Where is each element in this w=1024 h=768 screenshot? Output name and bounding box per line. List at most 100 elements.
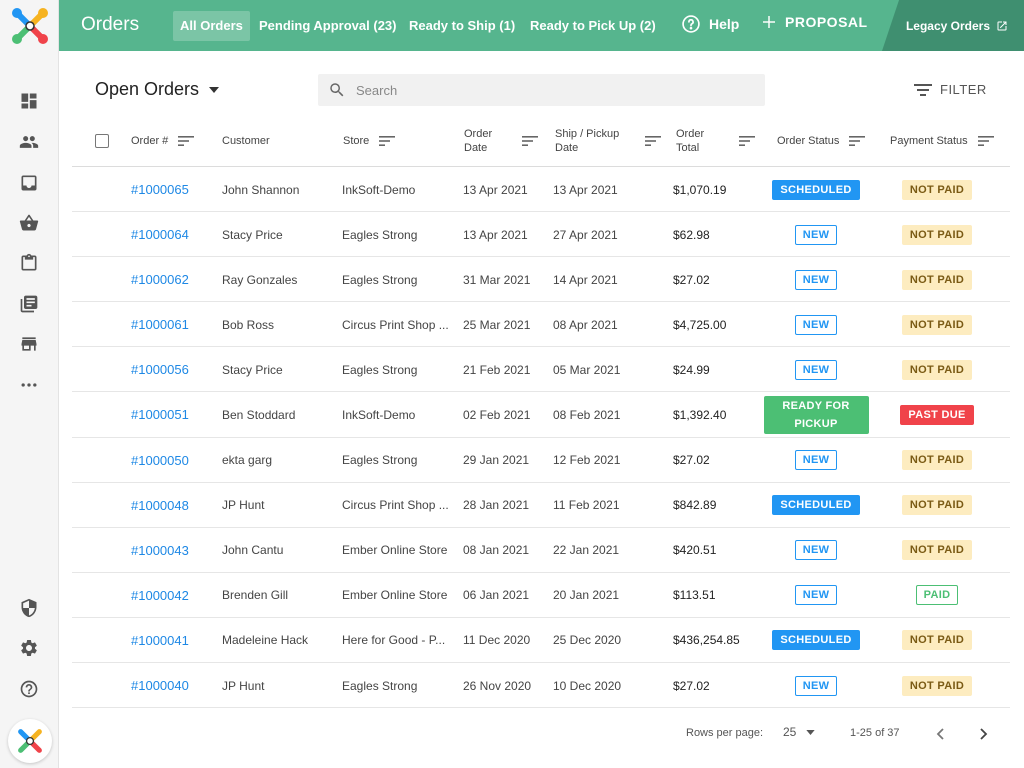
column-order-date[interactable]: Order Date [464, 115, 538, 167]
help-circle-icon[interactable] [18, 678, 40, 700]
legacy-orders-label: Legacy Orders [905, 18, 990, 33]
dashboard-icon[interactable] [18, 90, 40, 112]
column-payment-status[interactable]: Payment Status [890, 115, 994, 167]
filter-button[interactable]: FILTER [914, 82, 987, 97]
next-page-button[interactable] [974, 724, 994, 744]
customer-cell: Bob Ross [222, 317, 275, 332]
search-bar [318, 74, 765, 106]
table-row[interactable]: #1000041 Madeleine Hack Here for Good - P.… [72, 618, 1010, 664]
account-avatar[interactable] [8, 719, 52, 763]
store-cell: Here for Good - P... [342, 633, 446, 648]
table-row[interactable]: #1000056 Stacy Price Eagles Strong 21 Feb 2… [72, 347, 1010, 393]
more-icon[interactable] [18, 374, 40, 396]
order-total-cell: $842.89 [673, 498, 717, 513]
order-number-link[interactable]: #1000042 [131, 573, 216, 618]
table-row[interactable]: #1000061 Bob Ross Circus Print Shop ... 25 … [72, 302, 1010, 348]
inbox-icon[interactable] [18, 172, 40, 194]
order-number-link[interactable]: #1000050 [131, 438, 216, 483]
rows-per-page-label: Rows per page: [686, 727, 764, 739]
column-ship-pickup-date-label: Ship / Pickup Date [555, 128, 620, 154]
order-status-cell: NEW [762, 212, 870, 257]
table-row[interactable]: #1000048 JP Hunt Circus Print Shop ... 28 J… [72, 483, 1010, 528]
payment-status-cell: NOT PAID [887, 618, 987, 663]
order-number-link[interactable]: #1000041 [131, 618, 216, 663]
search-input[interactable] [356, 82, 736, 98]
store-icon[interactable] [18, 333, 40, 355]
column-customer[interactable]: Customer [222, 115, 270, 167]
top-app-bar: Orders All Orders Pending Approval (23) … [59, 0, 1024, 51]
rows-per-page-select[interactable]: 25 [783, 725, 816, 739]
column-store[interactable]: Store [343, 115, 396, 167]
column-order-total[interactable]: Order Total [676, 115, 755, 167]
order-total-cell: $1,070.19 [673, 182, 727, 197]
table-header: Order # Customer Store Order Date Ship /… [72, 115, 1010, 167]
select-all-checkbox-cell [95, 115, 109, 167]
tab-ready-to-pick-up[interactable]: Ready to Pick Up (2) [523, 11, 663, 41]
customer-cell: Stacy Price [222, 362, 283, 377]
previous-page-button[interactable] [930, 724, 950, 744]
app-logo[interactable] [10, 6, 50, 46]
column-ship-pickup-date[interactable]: Ship / Pickup Date [555, 115, 661, 167]
select-all-checkbox[interactable] [95, 134, 109, 148]
store-cell: Eagles Strong [342, 678, 418, 693]
order-number-link[interactable]: #1000061 [131, 302, 216, 347]
table-row[interactable]: #1000051 Ben Stoddard InkSoft-Demo 02 Feb 2… [72, 392, 1010, 438]
order-number-link[interactable]: #1000040 [131, 663, 216, 708]
order-number-link[interactable]: #1000062 [131, 257, 216, 302]
order-date-cell: 25 Mar 2021 [463, 317, 531, 332]
shield-icon[interactable] [18, 597, 40, 619]
ship-date-cell: 08 Feb 2021 [553, 407, 621, 422]
catalog-icon[interactable] [18, 293, 40, 315]
legacy-orders-link[interactable]: Legacy Orders [882, 0, 1024, 51]
sort-icon [849, 136, 866, 146]
column-customer-label: Customer [222, 135, 270, 147]
store-cell: InkSoft-Demo [342, 182, 416, 197]
order-number-link[interactable]: #1000064 [131, 212, 216, 257]
column-order-number[interactable]: Order # [131, 115, 195, 167]
table-row[interactable]: #1000040 JP Hunt Eagles Strong 26 Nov 2020 1… [72, 663, 1010, 709]
payment-status-badge: NOT PAID [901, 495, 973, 516]
order-number-link[interactable]: #1000056 [131, 347, 216, 392]
gear-icon[interactable] [18, 637, 40, 659]
table-row[interactable]: #1000064 Stacy Price Eagles Strong 13 Apr 2… [72, 212, 1010, 258]
store-cell: Ember Online Store [342, 588, 448, 603]
column-order-status[interactable]: Order Status [777, 115, 866, 167]
clipboard-icon[interactable] [18, 252, 40, 274]
order-date-cell: 11 Dec 2020 [463, 633, 531, 648]
table-row[interactable]: #1000065 John Shannon InkSoft-Demo 13 Apr 2… [72, 167, 1010, 213]
order-total-cell: $113.51 [673, 588, 716, 603]
basket-icon[interactable] [18, 212, 40, 234]
table-row[interactable]: #1000062 Ray Gonzales Eagles Strong 31 Mar … [72, 257, 1010, 303]
order-number-link[interactable]: #1000051 [131, 392, 216, 437]
order-number-link[interactable]: #1000048 [131, 483, 216, 528]
sort-icon [178, 136, 195, 146]
order-number-link[interactable]: #1000065 [131, 167, 216, 212]
store-cell: Eagles Strong [342, 227, 418, 242]
order-total-cell: $27.02 [673, 453, 710, 468]
table-row[interactable]: #1000042 Brenden Gill Ember Online Store 06… [72, 573, 1010, 618]
tab-all-orders[interactable]: All Orders [173, 11, 250, 41]
customer-cell: John Cantu [222, 543, 284, 558]
order-status-badge: READY FOR PICKUP [763, 395, 869, 434]
ship-date-cell: 08 Apr 2021 [553, 317, 618, 332]
ship-date-cell: 13 Apr 2021 [553, 182, 618, 197]
order-view-dropdown[interactable]: Open Orders [95, 79, 220, 100]
people-icon[interactable] [18, 131, 40, 153]
add-proposal-button[interactable]: PROPOSAL [761, 14, 868, 30]
customer-cell: ekta garg [222, 453, 273, 468]
table-row[interactable]: #1000050 ekta garg Eagles Strong 29 Jan 202… [72, 438, 1010, 483]
payment-status-cell: PAST DUE [887, 392, 987, 437]
order-status-cell: NEW [762, 663, 870, 708]
tab-pending-approval[interactable]: Pending Approval (23) [252, 11, 403, 41]
payment-status-cell: NOT PAID [887, 483, 987, 528]
order-status-badge: NEW [794, 359, 838, 380]
help-button[interactable]: Help [681, 14, 739, 34]
customer-cell: Stacy Price [222, 227, 283, 242]
order-status-badge: NEW [794, 224, 838, 245]
tab-ready-to-ship[interactable]: Ready to Ship (1) [402, 11, 522, 41]
order-number-link[interactable]: #1000043 [131, 528, 216, 573]
order-status-cell: NEW [762, 528, 870, 573]
payment-status-cell: NOT PAID [887, 212, 987, 257]
filter-icon [914, 83, 932, 96]
table-row[interactable]: #1000043 John Cantu Ember Online Store 08 J… [72, 528, 1010, 573]
